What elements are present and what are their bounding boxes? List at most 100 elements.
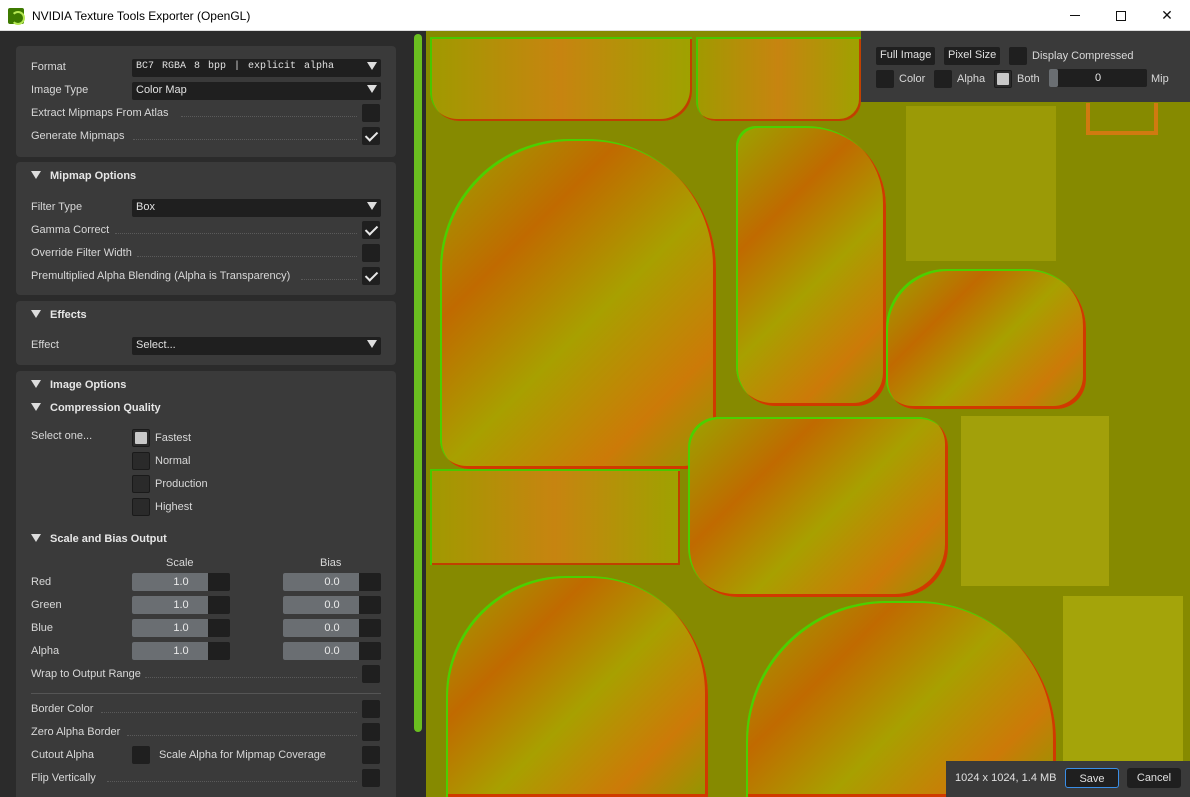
gamma-correct-checkbox[interactable] xyxy=(362,221,380,239)
scrollbar-thumb[interactable] xyxy=(414,34,422,732)
zero-alpha-border-checkbox[interactable] xyxy=(362,723,380,741)
full-image-button[interactable]: Full Image xyxy=(876,47,936,65)
leader-dots xyxy=(101,712,357,713)
zero-alpha-border-row: Zero Alpha Border xyxy=(31,723,381,743)
section-divider xyxy=(31,693,381,694)
collapse-triangle-icon xyxy=(31,310,41,319)
extract-mipmaps-checkbox[interactable] xyxy=(362,104,380,122)
maximize-button[interactable] xyxy=(1098,0,1144,31)
quality-option-highest[interactable]: Highest xyxy=(31,498,381,518)
quality-label-fastest: Fastest xyxy=(155,432,192,444)
effects-header[interactable]: Effects xyxy=(31,309,87,327)
scale-alpha-checkbox[interactable] xyxy=(362,746,380,764)
bias-value: 0.0 xyxy=(324,645,340,657)
display-compressed-label: Display Compressed xyxy=(1032,50,1134,62)
mip-slider[interactable]: 0 xyxy=(1049,69,1147,87)
mip-value: 0 xyxy=(1094,72,1102,84)
flip-vertically-checkbox[interactable] xyxy=(362,769,380,787)
flip-vertically-label: Flip Vertically xyxy=(31,772,96,784)
uv-island xyxy=(1086,103,1158,135)
settings-scrollbar[interactable] xyxy=(410,31,426,797)
wrap-checkbox[interactable] xyxy=(362,665,380,683)
filter-type-dropdown[interactable]: Box xyxy=(132,199,381,217)
compression-quality-header[interactable]: Compression Quality xyxy=(31,402,161,420)
quality-option-normal[interactable]: Normal xyxy=(31,452,381,472)
border-color-checkbox[interactable] xyxy=(362,700,380,718)
generate-mipmaps-row: Generate Mipmaps xyxy=(31,127,381,147)
quality-radio-highest[interactable] xyxy=(132,498,150,516)
settings-panel: Format BC7 RGBA 8 bpp | explicit alpha I… xyxy=(0,31,410,797)
override-filter-width-checkbox[interactable] xyxy=(362,244,380,262)
save-button[interactable]: Save xyxy=(1065,768,1119,788)
scale-slider-red[interactable]: 1.0 xyxy=(132,573,230,591)
effect-value: Select... xyxy=(136,339,176,351)
channel-label: Green xyxy=(31,599,62,611)
minimize-icon xyxy=(1070,15,1080,16)
color-channel-radio[interactable] xyxy=(876,70,894,88)
scale-slider-blue[interactable]: 1.0 xyxy=(132,619,230,637)
flip-vertically-row: Flip Vertically xyxy=(31,769,381,789)
format-section: Format BC7 RGBA 8 bpp | explicit alpha I… xyxy=(16,46,396,157)
bias-slider-red[interactable]: 0.0 xyxy=(283,573,381,591)
cutout-alpha-label: Cutout Alpha xyxy=(31,749,94,761)
filter-type-row: Filter Type Box xyxy=(31,198,381,218)
quality-radio-fastest[interactable] xyxy=(132,429,150,447)
image-options-title: Image Options xyxy=(50,379,127,391)
image-type-value: Color Map xyxy=(136,84,187,96)
both-channel-radio[interactable] xyxy=(994,70,1012,88)
mip-label: Mip xyxy=(1151,73,1169,85)
cutout-alpha-row: Cutout Alpha Scale Alpha for Mipmap Cove… xyxy=(31,746,381,766)
premultiplied-checkbox[interactable] xyxy=(362,267,380,285)
effect-row: Effect Select... xyxy=(31,336,381,356)
leader-dots xyxy=(137,256,357,257)
image-options-header[interactable]: Image Options xyxy=(31,379,126,397)
alpha-channel-radio[interactable] xyxy=(934,70,952,88)
close-button[interactable]: ✕ xyxy=(1144,0,1190,31)
quality-label-normal: Normal xyxy=(155,455,191,467)
cancel-button[interactable]: Cancel xyxy=(1127,768,1181,788)
cutout-alpha-checkbox[interactable] xyxy=(132,746,150,764)
extract-mipmaps-row: Extract Mipmaps From Atlas xyxy=(31,104,381,124)
quality-option-production[interactable]: Production xyxy=(31,475,381,495)
close-icon: ✕ xyxy=(1161,7,1173,23)
scale-slider-green[interactable]: 1.0 xyxy=(132,596,230,614)
image-type-dropdown[interactable]: Color Map xyxy=(132,82,381,100)
scale-value: 1.0 xyxy=(173,645,189,657)
channel-label: Blue xyxy=(31,622,54,634)
texture-preview[interactable] xyxy=(426,31,1190,797)
title-bar: NVIDIA Texture Tools Exporter (OpenGL) ✕ xyxy=(0,0,1190,31)
generate-mipmaps-label: Generate Mipmaps xyxy=(31,130,125,142)
uv-island xyxy=(446,576,708,797)
bias-slider-alpha[interactable]: 0.0 xyxy=(283,642,381,660)
quality-option-fastest[interactable]: Fastest xyxy=(31,429,381,449)
effect-dropdown[interactable]: Select... xyxy=(132,337,381,355)
uv-island xyxy=(440,139,716,469)
collapse-triangle-icon xyxy=(31,171,41,180)
generate-mipmaps-checkbox[interactable] xyxy=(362,127,380,145)
pixel-size-button[interactable]: Pixel Size xyxy=(944,47,1001,65)
viewer-toolbar xyxy=(861,31,1190,102)
collapse-triangle-icon xyxy=(31,380,41,389)
channel-row-red: Red 1.0 0.0 xyxy=(31,573,381,593)
bias-value: 0.0 xyxy=(324,622,340,634)
mipmap-options-header[interactable]: Mipmap Options xyxy=(31,170,136,188)
scale-value: 1.0 xyxy=(173,622,189,634)
display-compressed-checkbox[interactable] xyxy=(1009,47,1027,65)
gamma-correct-label: Gamma Correct xyxy=(31,224,110,236)
mipmap-options-section: Mipmap Options Filter Type Box Gamma Cor… xyxy=(16,162,396,295)
scale-slider-alpha[interactable]: 1.0 xyxy=(132,642,230,660)
scale-bias-header[interactable]: Scale and Bias Output xyxy=(31,533,167,551)
quality-radio-production[interactable] xyxy=(132,475,150,493)
format-dropdown[interactable]: BC7 RGBA 8 bpp | explicit alpha xyxy=(132,59,381,77)
quality-radio-normal[interactable] xyxy=(132,452,150,470)
format-value: BC7 RGBA 8 bpp | explicit alpha xyxy=(136,61,335,72)
bias-slider-blue[interactable]: 0.0 xyxy=(283,619,381,637)
bias-slider-green[interactable]: 0.0 xyxy=(283,596,381,614)
filter-type-label: Filter Type xyxy=(31,201,83,213)
uv-island xyxy=(430,37,692,121)
leader-dots xyxy=(145,677,357,678)
uv-island xyxy=(886,269,1086,409)
minimize-button[interactable] xyxy=(1052,0,1098,31)
wrap-label: Wrap to Output Range xyxy=(31,668,141,680)
collapse-triangle-icon xyxy=(31,403,41,412)
